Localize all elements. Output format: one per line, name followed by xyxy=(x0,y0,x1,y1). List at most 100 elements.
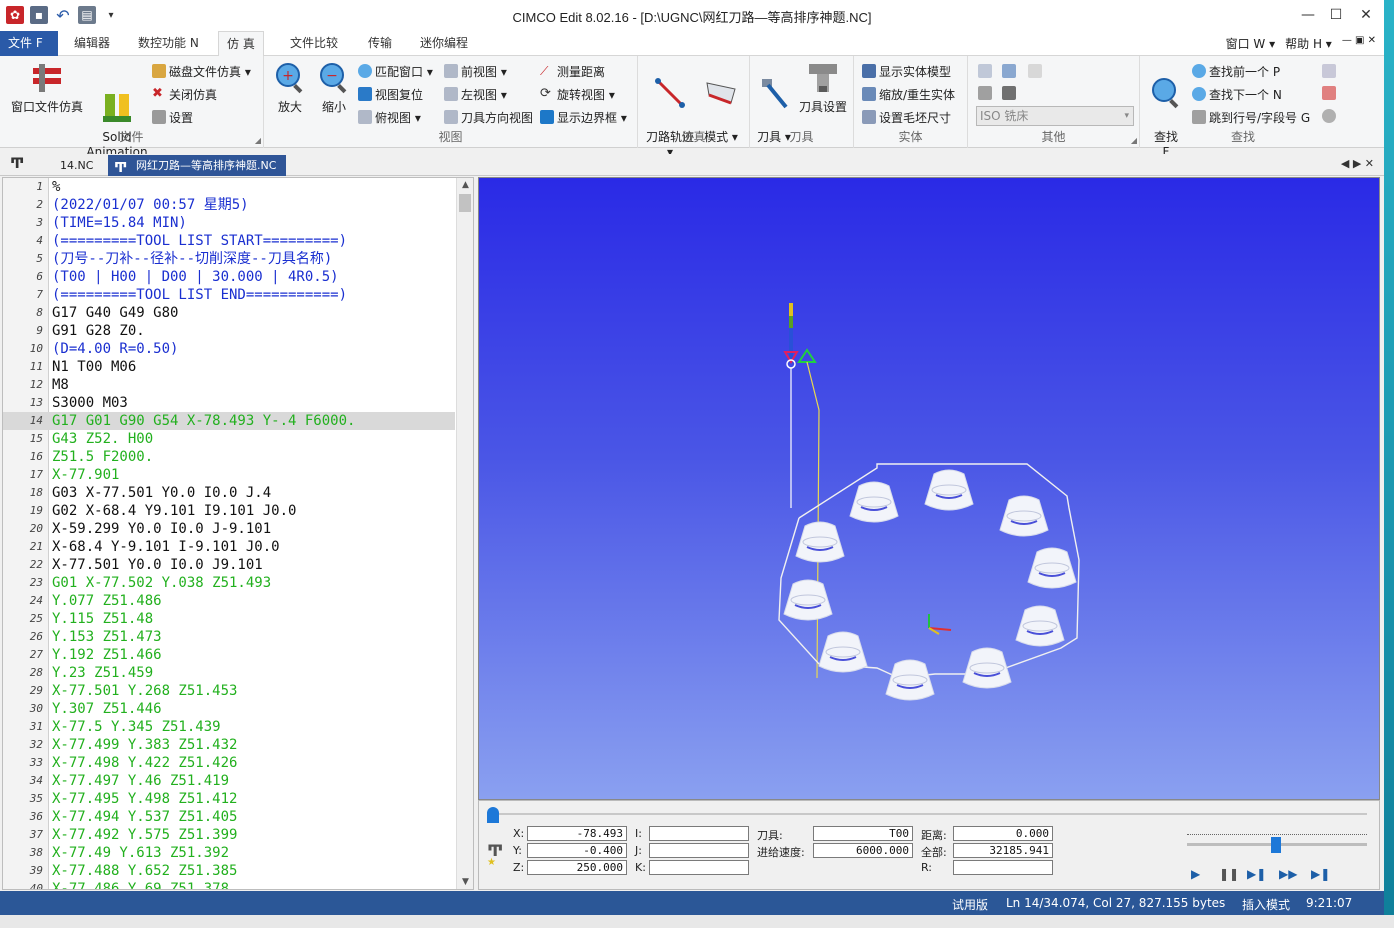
code-line[interactable]: 11 N1 T00 M06 xyxy=(3,358,455,376)
tool-direction-view-button[interactable]: 刀具方向视图 xyxy=(444,107,533,127)
code-line[interactable]: 1% xyxy=(3,178,455,196)
scroll-down-icon[interactable]: ▼ xyxy=(457,877,473,887)
tab-file-compare[interactable]: 文件比较 xyxy=(282,31,346,56)
code-line[interactable]: 24 Y.077 Z51.486 xyxy=(3,592,455,610)
code-line[interactable]: 37 X-77.492 Y.575 Z51.399 xyxy=(3,826,455,844)
goto-line-button[interactable]: 跳到行号/字段号 G xyxy=(1192,107,1310,127)
code-line[interactable]: 5 (刀号--刀补--径补--切削深度--刀具名称) xyxy=(3,250,455,268)
disk-file-sim-button[interactable]: 磁盘文件仿真 ▾ xyxy=(152,61,251,81)
code-line[interactable]: 12 M8 xyxy=(3,376,455,394)
code-line[interactable]: 22 X-77.501 Y0.0 I0.0 J9.101 xyxy=(3,556,455,574)
bookmark-icon[interactable] xyxy=(1322,64,1336,78)
screenshot-icon[interactable] xyxy=(1028,64,1042,78)
tab-nc-functions[interactable]: 数控功能 N xyxy=(130,31,207,56)
scroll-up-icon[interactable]: ▲ xyxy=(457,180,473,190)
minimize-button[interactable]: — xyxy=(1294,2,1322,28)
code-line[interactable]: 18 G03 X-77.501 Y0.0 I0.0 J.4 xyxy=(3,484,455,502)
code-line[interactable]: 21 X-68.4 Y-9.101 I-9.101 J0.0 xyxy=(3,538,455,556)
code-line[interactable]: 16 Z51.5 F2000. xyxy=(3,448,455,466)
code-line[interactable]: 2 (2022/01/07 00:57 星期5) xyxy=(3,196,455,214)
show-bbox-button[interactable]: 显示边界框 ▾ xyxy=(540,107,627,127)
export-icon[interactable] xyxy=(978,64,992,78)
solid-animation-button[interactable]: Solid Animation xyxy=(86,60,148,160)
dialog-launcher-icon[interactable]: ◢ xyxy=(1131,136,1137,145)
code-line[interactable]: 30 Y.307 Z51.446 xyxy=(3,700,455,718)
tool-settings-button[interactable]: 刀具设置 xyxy=(796,60,850,115)
tab-file[interactable]: 文件 F xyxy=(0,31,58,56)
code-line[interactable]: 40 X-77.486 Y.69 Z51.378 xyxy=(3,880,455,889)
find-button[interactable]: 查找 F xyxy=(1146,60,1186,160)
code-line[interactable]: 20 X-59.299 Y0.0 I0.0 J-9.101 xyxy=(3,520,455,538)
nc-code-editor[interactable]: 1% 2 (2022/01/07 00:57 星期5) 3 (TIME=15.84 MI… xyxy=(2,177,474,890)
speed-slider-thumb[interactable] xyxy=(1271,837,1281,853)
code-line[interactable]: 6 (T00 | H00 | D00 | 30.000 | 4R0.5) xyxy=(3,268,455,286)
close-button[interactable]: ✕ xyxy=(1352,2,1380,28)
front-view-button[interactable]: 前视图 ▾ xyxy=(444,61,507,81)
code-line[interactable]: 7 (=========TOOL LIST END===========) xyxy=(3,286,455,304)
clock-icon[interactable] xyxy=(1322,109,1336,123)
grid-icon[interactable] xyxy=(978,86,992,100)
code-line[interactable]: 3 (TIME=15.84 MIN) xyxy=(3,214,455,232)
code-line[interactable]: 15 G43 Z52. H00 xyxy=(3,430,455,448)
fast-forward-icon[interactable]: ▶▶ xyxy=(1279,867,1297,881)
code-line[interactable]: 25 Y.115 Z51.48 xyxy=(3,610,455,628)
doc-tab-navigation[interactable]: ◀ ▶ ✕ xyxy=(1341,157,1374,170)
simulation-3d-viewport[interactable] xyxy=(478,177,1380,800)
play-icon[interactable]: ▶ xyxy=(1191,867,1200,881)
rotate-view-button[interactable]: ⟳ 旋转视图 ▾ xyxy=(540,84,615,104)
doc-tab-active[interactable]: Ͳ 网红刀路—等高排序神题.NC xyxy=(108,155,287,176)
skip-to-end-icon[interactable]: ▶❚ xyxy=(1311,867,1330,881)
tab-mini-programming[interactable]: 迷你编程 xyxy=(412,31,476,56)
code-line[interactable]: 14 G17 G01 G90 G54 X-78.493 Y-.4 F6000. xyxy=(3,412,455,430)
show-solid-model-button[interactable]: 显示实体模型 xyxy=(862,61,951,81)
marker-icon[interactable] xyxy=(1322,86,1336,100)
find-previous-button[interactable]: 查找前一个 P xyxy=(1192,61,1280,81)
tab-transfer[interactable]: 传输 xyxy=(360,31,400,56)
doc-list-icon[interactable]: Ͳ xyxy=(10,156,24,172)
zoom-in-button[interactable]: + 放大 xyxy=(270,60,310,115)
code-line[interactable]: 13 S3000 M03 xyxy=(3,394,455,412)
code-line[interactable]: 23 G01 X-77.502 Y.038 Z51.493 xyxy=(3,574,455,592)
tab-simulation[interactable]: 仿 真 xyxy=(218,31,264,57)
tab-editor[interactable]: 编辑器 xyxy=(66,31,118,56)
step-forward-icon[interactable]: ▶❚ xyxy=(1247,867,1266,881)
code-line[interactable]: 38 X-77.49 Y.613 Z51.392 xyxy=(3,844,455,862)
code-line[interactable]: 9 G91 G28 Z0. xyxy=(3,322,455,340)
slider-thumb[interactable] xyxy=(487,807,499,823)
code-line[interactable]: 19 G02 X-68.4 Y9.101 I9.101 J0.0 xyxy=(3,502,455,520)
code-line[interactable]: 27 Y.192 Z51.466 xyxy=(3,646,455,664)
find-next-button[interactable]: 查找下一个 N xyxy=(1192,84,1282,104)
dialog-launcher-icon[interactable]: ◢ xyxy=(255,136,261,145)
help-menu[interactable]: 帮助 H ▾ xyxy=(1285,35,1332,52)
pause-icon[interactable]: ❚❚ xyxy=(1219,867,1239,881)
code-line[interactable]: 33 X-77.498 Y.422 Z51.426 xyxy=(3,754,455,772)
code-line[interactable]: 8 G17 G40 G49 G80 xyxy=(3,304,455,322)
zoom-out-button[interactable]: − 缩小 xyxy=(314,60,354,115)
ribbon-collapse-icons[interactable]: — ▣ ✕ xyxy=(1342,35,1376,52)
code-line[interactable]: 34 X-77.497 Y.46 Z51.419 xyxy=(3,772,455,790)
dxf-icon[interactable] xyxy=(1002,86,1016,100)
measure-distance-button[interactable]: ⟋ 测量距离 xyxy=(540,61,605,81)
code-line[interactable]: 39 X-77.488 Y.652 Z51.385 xyxy=(3,862,455,880)
machine-select[interactable]: ISO 铣床 ▾ xyxy=(976,106,1134,126)
code-line[interactable]: 17 X-77.901 xyxy=(3,466,455,484)
code-line[interactable]: 36 X-77.494 Y.537 Z51.405 xyxy=(3,808,455,826)
window-file-sim-button[interactable]: 窗口文件仿真 xyxy=(6,60,88,115)
left-view-button[interactable]: 左视图 ▾ xyxy=(444,84,507,104)
code-line[interactable]: 4 (=========TOOL LIST START=========) xyxy=(3,232,455,250)
scale-solid-button[interactable]: 缩放/重生实体 xyxy=(862,84,955,104)
maximize-button[interactable]: ☐ xyxy=(1322,2,1350,28)
view-reset-button[interactable]: 视图复位 xyxy=(358,84,423,104)
stock-size-button[interactable]: 设置毛坯尺寸 xyxy=(862,107,951,127)
stl-icon[interactable] xyxy=(1002,64,1016,78)
doc-tab-14nc[interactable]: 14.NC xyxy=(32,155,103,176)
fit-window-button[interactable]: 匹配窗口 ▾ xyxy=(358,61,433,81)
code-line[interactable]: 29 X-77.501 Y.268 Z51.453 xyxy=(3,682,455,700)
toolpath-button[interactable]: 刀路轨迹 ▾ xyxy=(644,60,696,160)
close-sim-button[interactable]: ✖ 关闭仿真 xyxy=(152,84,217,104)
code-line[interactable]: 35 X-77.495 Y.498 Z51.412 xyxy=(3,790,455,808)
settings-button[interactable]: 设置 xyxy=(152,107,193,127)
editor-vertical-scrollbar[interactable]: ▲ ▼ xyxy=(456,178,473,889)
scrollbar-thumb[interactable] xyxy=(459,194,471,212)
code-line[interactable]: 26 Y.153 Z51.473 xyxy=(3,628,455,646)
